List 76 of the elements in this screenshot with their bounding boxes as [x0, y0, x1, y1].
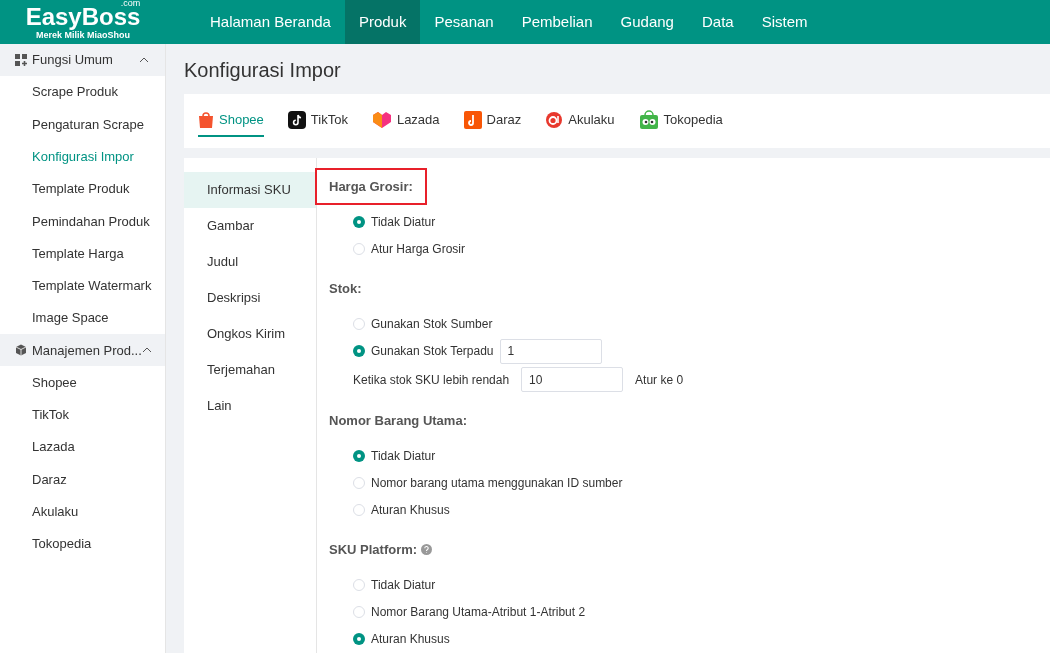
heart-icon: [371, 111, 392, 129]
sidebar-item[interactable]: Pengaturan Scrape: [0, 108, 165, 141]
radio-option[interactable]: Nomor Barang Utama-Atribut 1-Atribut 2: [353, 603, 586, 622]
section-title: Nomor Barang Utama:: [329, 411, 467, 430]
sidebar-item[interactable]: Shopee: [0, 366, 165, 399]
sidebar-item[interactable]: TikTok: [0, 398, 165, 431]
sidebar-item[interactable]: Pemindahan Produk: [0, 205, 165, 238]
bag-icon: [198, 111, 214, 129]
sidebar-item[interactable]: Template Harga: [0, 237, 165, 270]
platform-tab[interactable]: Shopee: [198, 105, 264, 137]
grid-icon: [15, 54, 27, 66]
sidebar-item[interactable]: Template Watermark: [0, 269, 165, 303]
nav-tab[interactable]: Pesanan: [420, 0, 508, 44]
box-icon: [15, 344, 27, 357]
radio-option[interactable]: Gunakan Stok Terpadu: [353, 342, 494, 360]
radio-button[interactable]: [353, 633, 365, 646]
radio-button[interactable]: [353, 345, 365, 357]
nav-tab[interactable]: Halaman Beranda: [196, 0, 345, 44]
nav-tab[interactable]: Data: [687, 0, 748, 44]
field-suffix: Atur ke 0: [635, 371, 684, 389]
section-nav-item[interactable]: Terjemahan: [184, 352, 316, 388]
radio-button[interactable]: [353, 243, 365, 256]
section-title: SKU Platform:: [329, 540, 418, 559]
section-nav-item[interactable]: Ongkos Kirim: [184, 316, 316, 352]
field-label: Ketika stok SKU lebih rendah: [353, 371, 510, 389]
sidebar-item[interactable]: Konfigurasi Impor: [0, 140, 165, 173]
radio-button[interactable]: [353, 606, 365, 619]
radio-button[interactable]: [353, 504, 365, 517]
section-title: Harga Grosir:: [329, 177, 413, 196]
platform-tab[interactable]: Tokopedia: [638, 105, 723, 137]
section-nav-item[interactable]: Informasi SKU: [184, 172, 316, 208]
radio-option[interactable]: Tidak Diatur: [353, 446, 436, 465]
sidebar-item[interactable]: Image Space: [0, 302, 165, 335]
sidebar-group-header[interactable]: Manajemen Prod...: [0, 334, 165, 367]
threshold-input[interactable]: 10: [521, 367, 624, 393]
stock-input[interactable]: 1: [499, 338, 602, 364]
brand-suffix: .com: [120, 0, 141, 8]
radio-option[interactable]: Tidak Diatur: [353, 212, 436, 231]
sidebar-item[interactable]: Tokopedia: [0, 527, 165, 561]
nav-tab[interactable]: Produk: [344, 0, 421, 44]
section-nav-item[interactable]: Judul: [184, 244, 316, 280]
radio-button[interactable]: [353, 215, 365, 228]
platform-tab[interactable]: Lazada: [371, 105, 440, 137]
page-title: Konfigurasi Impor: [184, 58, 342, 82]
sidebar-item[interactable]: Daraz: [0, 463, 165, 496]
sidebar-item[interactable]: Scrape Produk: [0, 76, 165, 109]
radio-button[interactable]: [353, 317, 365, 330]
music-note-icon: [287, 111, 306, 129]
sidebar-item[interactable]: Akulaku: [0, 495, 165, 528]
radio-option[interactable]: Nomor barang utama menggunakan ID sumber: [353, 473, 623, 492]
sidebar-group-header[interactable]: Fungsi Umum: [0, 44, 165, 76]
circle-logo-icon: [545, 111, 564, 129]
section-title: Stok:: [329, 279, 362, 298]
platform-tab[interactable]: Daraz: [463, 105, 522, 137]
section-nav-item[interactable]: Deskripsi: [184, 280, 316, 316]
sidebar-item[interactable]: Lazada: [0, 430, 165, 464]
nav-tab[interactable]: Sistem: [747, 0, 822, 44]
section-nav-item[interactable]: Gambar: [184, 208, 316, 244]
radio-option[interactable]: Aturan Khusus: [353, 630, 450, 649]
platform-tab[interactable]: TikTok: [287, 105, 348, 137]
radio-option[interactable]: Gunakan Stok Sumber: [353, 314, 493, 333]
radio-option[interactable]: Aturan Khusus: [353, 501, 450, 520]
nav-tab[interactable]: Pembelian: [507, 0, 607, 44]
nav-tab[interactable]: Gudang: [606, 0, 688, 44]
radio-button[interactable]: [353, 578, 365, 591]
help-icon: [421, 544, 433, 555]
sidebar-item[interactable]: Template Produk: [0, 172, 165, 206]
music-note-icon: [463, 111, 482, 129]
section-nav-item[interactable]: Lain: [184, 388, 316, 424]
radio-button[interactable]: [353, 476, 365, 489]
platform-tab[interactable]: Akulaku: [545, 105, 615, 137]
radio-option[interactable]: Tidak Diatur: [353, 575, 436, 594]
brand-tagline: Merek Milik MiaoShou: [36, 30, 130, 40]
radio-option[interactable]: Atur Harga Grosir: [353, 240, 466, 259]
radio-button[interactable]: [353, 449, 365, 462]
owl-bag-icon: [638, 110, 659, 130]
